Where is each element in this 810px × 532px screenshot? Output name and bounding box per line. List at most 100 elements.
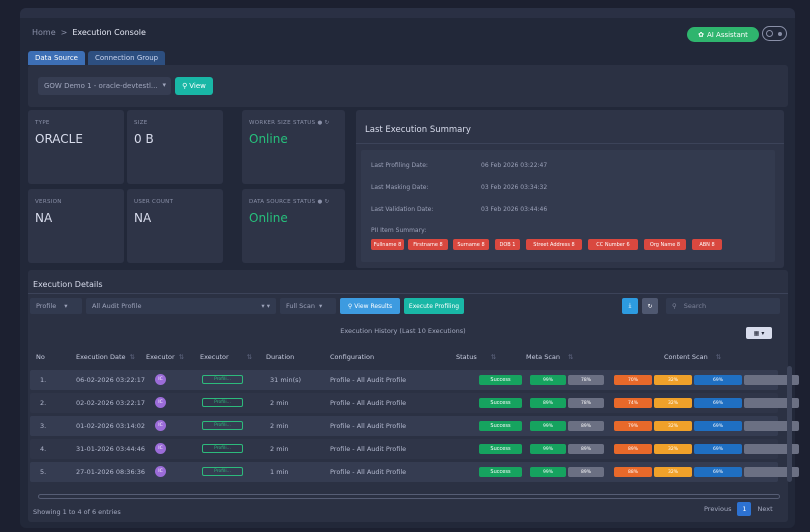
audit-profile-select[interactable]: All Audit Profile ▾ ▾	[86, 298, 276, 314]
view-results-label: View Results	[354, 302, 393, 310]
summary-body: Last Profiling Date: 06 Feb 2026 03:22:47…	[361, 150, 775, 262]
ai-assistant-label: AI Assistant	[706, 30, 748, 39]
col-no[interactable]: No	[36, 353, 45, 361]
breadcrumb: Home > Execution Console	[32, 28, 146, 37]
row-duration: 1 min	[270, 468, 289, 476]
table-row[interactable]: 2. 02-02-2026 03:22:17 IC Profili... 2 min Pr…	[30, 393, 799, 413]
ds-status-card: DATA SOURCE STATUS ● ↻ Online	[242, 189, 345, 263]
col-status[interactable]: Status ⇅	[456, 353, 496, 361]
version-card: VERSION NA	[28, 189, 124, 263]
audit-profile-value: All Audit Profile	[92, 302, 142, 310]
pii-badge: Surname 8	[453, 239, 489, 250]
content-scan-segment: 69%	[694, 398, 742, 408]
refresh-icon[interactable]: ↻	[325, 199, 330, 205]
page-button-1[interactable]: 1	[737, 502, 752, 516]
col-executor-type[interactable]: Executor ⇅	[200, 353, 252, 361]
download-icon[interactable]: ⤓	[622, 298, 638, 314]
vertical-scrollbar[interactable]	[787, 366, 792, 482]
horizontal-scrollbar[interactable]	[38, 494, 780, 499]
row-execution-date: 27-01-2026 08:36:36	[76, 468, 146, 476]
user-count-value: NA	[134, 211, 152, 225]
ds-status-value: Online	[249, 211, 288, 225]
user-count-label: USER COUNT	[134, 199, 174, 205]
row-duration: 31 min(s)	[270, 376, 302, 384]
meta-scan-segment: 89%	[568, 467, 604, 477]
row-no: 5.	[40, 468, 47, 476]
col-configuration[interactable]: Configuration	[330, 353, 374, 361]
size-card: SIZE 0 B	[127, 110, 223, 184]
pii-badge: Firstname 8	[408, 239, 448, 250]
sparkle-icon: ✿	[698, 30, 704, 39]
meta-scan-segment: 78%	[568, 375, 604, 385]
pii-badge: Org Name 8	[644, 239, 686, 250]
previous-page-button[interactable]: Previous	[704, 505, 731, 513]
ai-assistant-button[interactable]: ✿ AI Assistant	[687, 27, 759, 42]
breadcrumb-separator: >	[60, 28, 68, 37]
col-meta-scan[interactable]: Meta Scan ⇅	[526, 353, 573, 361]
col-content-scan-label: Content Scan	[664, 353, 708, 361]
content-scan-segment: 74%	[614, 398, 652, 408]
table-row[interactable]: 3. 01-02-2026 03:14:02 IC Profili... 2 min Pr…	[30, 416, 799, 436]
validation-date-value: 03 Feb 2026 03:44:46	[481, 206, 548, 213]
masking-date-label: Last Masking Date:	[371, 184, 429, 191]
meta-scan-segment: 99%	[530, 421, 566, 431]
row-duration: 2 min	[270, 399, 289, 407]
profile-type-select[interactable]: Profile ▾	[30, 298, 82, 314]
col-executor[interactable]: Executor ⇅	[146, 353, 184, 361]
content-scan-segment: 69%	[694, 375, 742, 385]
meta-scan-segment: 99%	[530, 444, 566, 454]
executor-badge: Profili...	[202, 375, 243, 384]
scan-type-select[interactable]: Full Scan ▾	[280, 298, 336, 314]
refresh-icon[interactable]: ↻	[325, 120, 330, 126]
view-results-button[interactable]: ⚲ View Results	[340, 298, 400, 314]
theme-toggle[interactable]	[762, 26, 787, 41]
table-row[interactable]: 1. 06-02-2026 03:22:17 IC Profili... 31 min(…	[30, 370, 799, 390]
col-content-scan[interactable]: Content Scan ⇅	[664, 353, 721, 361]
tab-data-source[interactable]: Data Source	[28, 51, 85, 65]
execution-divider	[28, 293, 788, 294]
top-bar	[20, 8, 795, 18]
view-button[interactable]: ⚲ View	[175, 77, 213, 95]
chevron-down-icon: ▾ ▾	[261, 302, 270, 310]
avatar: IC	[155, 374, 166, 385]
breadcrumb-home[interactable]: Home	[32, 28, 56, 37]
columns-icon: ▦	[753, 329, 760, 337]
meta-scan-segment: 89%	[568, 421, 604, 431]
profiling-date-row: Last Profiling Date: 06 Feb 2026 03:22:47	[371, 162, 547, 169]
status-badge: Success	[479, 375, 522, 385]
row-no: 3.	[40, 422, 47, 430]
content-scan-segment: 32%	[654, 375, 692, 385]
next-page-button[interactable]: Next	[757, 505, 772, 513]
tab-connection-group[interactable]: Connection Group	[87, 51, 166, 65]
row-configuration: Profile - All Audit Profile	[330, 468, 407, 476]
content-scan-segment: 79%	[614, 421, 652, 431]
row-execution-date: 01-02-2026 03:14:02	[76, 422, 146, 430]
source-tabs: Data Source Connection Group	[28, 51, 166, 65]
col-execution-date[interactable]: Execution Date ⇅	[76, 353, 135, 361]
search-input[interactable]: ⚲ Search	[666, 298, 780, 314]
user-count-card: USER COUNT NA	[127, 189, 223, 263]
worker-status-label: WORKER SIZE STATUS ● ↻	[249, 120, 330, 126]
refresh-icon[interactable]: ↻	[642, 298, 658, 314]
search-icon: ⚲	[347, 302, 353, 310]
execute-profiling-button[interactable]: Execute Profiling	[404, 298, 464, 314]
info-icon: ●	[317, 199, 323, 205]
chevron-down-icon: ▾	[162, 81, 166, 89]
col-duration[interactable]: Duration	[266, 353, 294, 361]
type-card: TYPE ORACLE	[28, 110, 124, 184]
toggle-knob-icon	[766, 30, 773, 37]
table-entries-info: Showing 1 to 4 of 6 entries	[33, 508, 121, 516]
worker-status-label-text: WORKER SIZE STATUS	[249, 120, 316, 126]
column-visibility-button[interactable]: ▦ ▾	[746, 327, 772, 339]
row-execution-date: 31-01-2026 03:44:46	[76, 445, 146, 453]
meta-scan-segment: 89%	[568, 444, 604, 454]
content-scan-segment: 32%	[654, 398, 692, 408]
datasource-select[interactable]: GOW Demo 1 - oracle-devtestl... ▾	[38, 77, 171, 95]
table-row[interactable]: 5. 27-01-2026 08:36:36 IC Profili... 1 min Pr…	[30, 462, 799, 482]
meta-scan-segment: 99%	[530, 467, 566, 477]
row-duration: 2 min	[270, 445, 289, 453]
table-row[interactable]: 4. 31-01-2026 03:44:46 IC Profili... 2 min Pr…	[30, 439, 799, 459]
type-label: TYPE	[35, 120, 50, 126]
col-executor-label: Executor	[146, 353, 175, 361]
size-value: 0 B	[134, 132, 154, 146]
